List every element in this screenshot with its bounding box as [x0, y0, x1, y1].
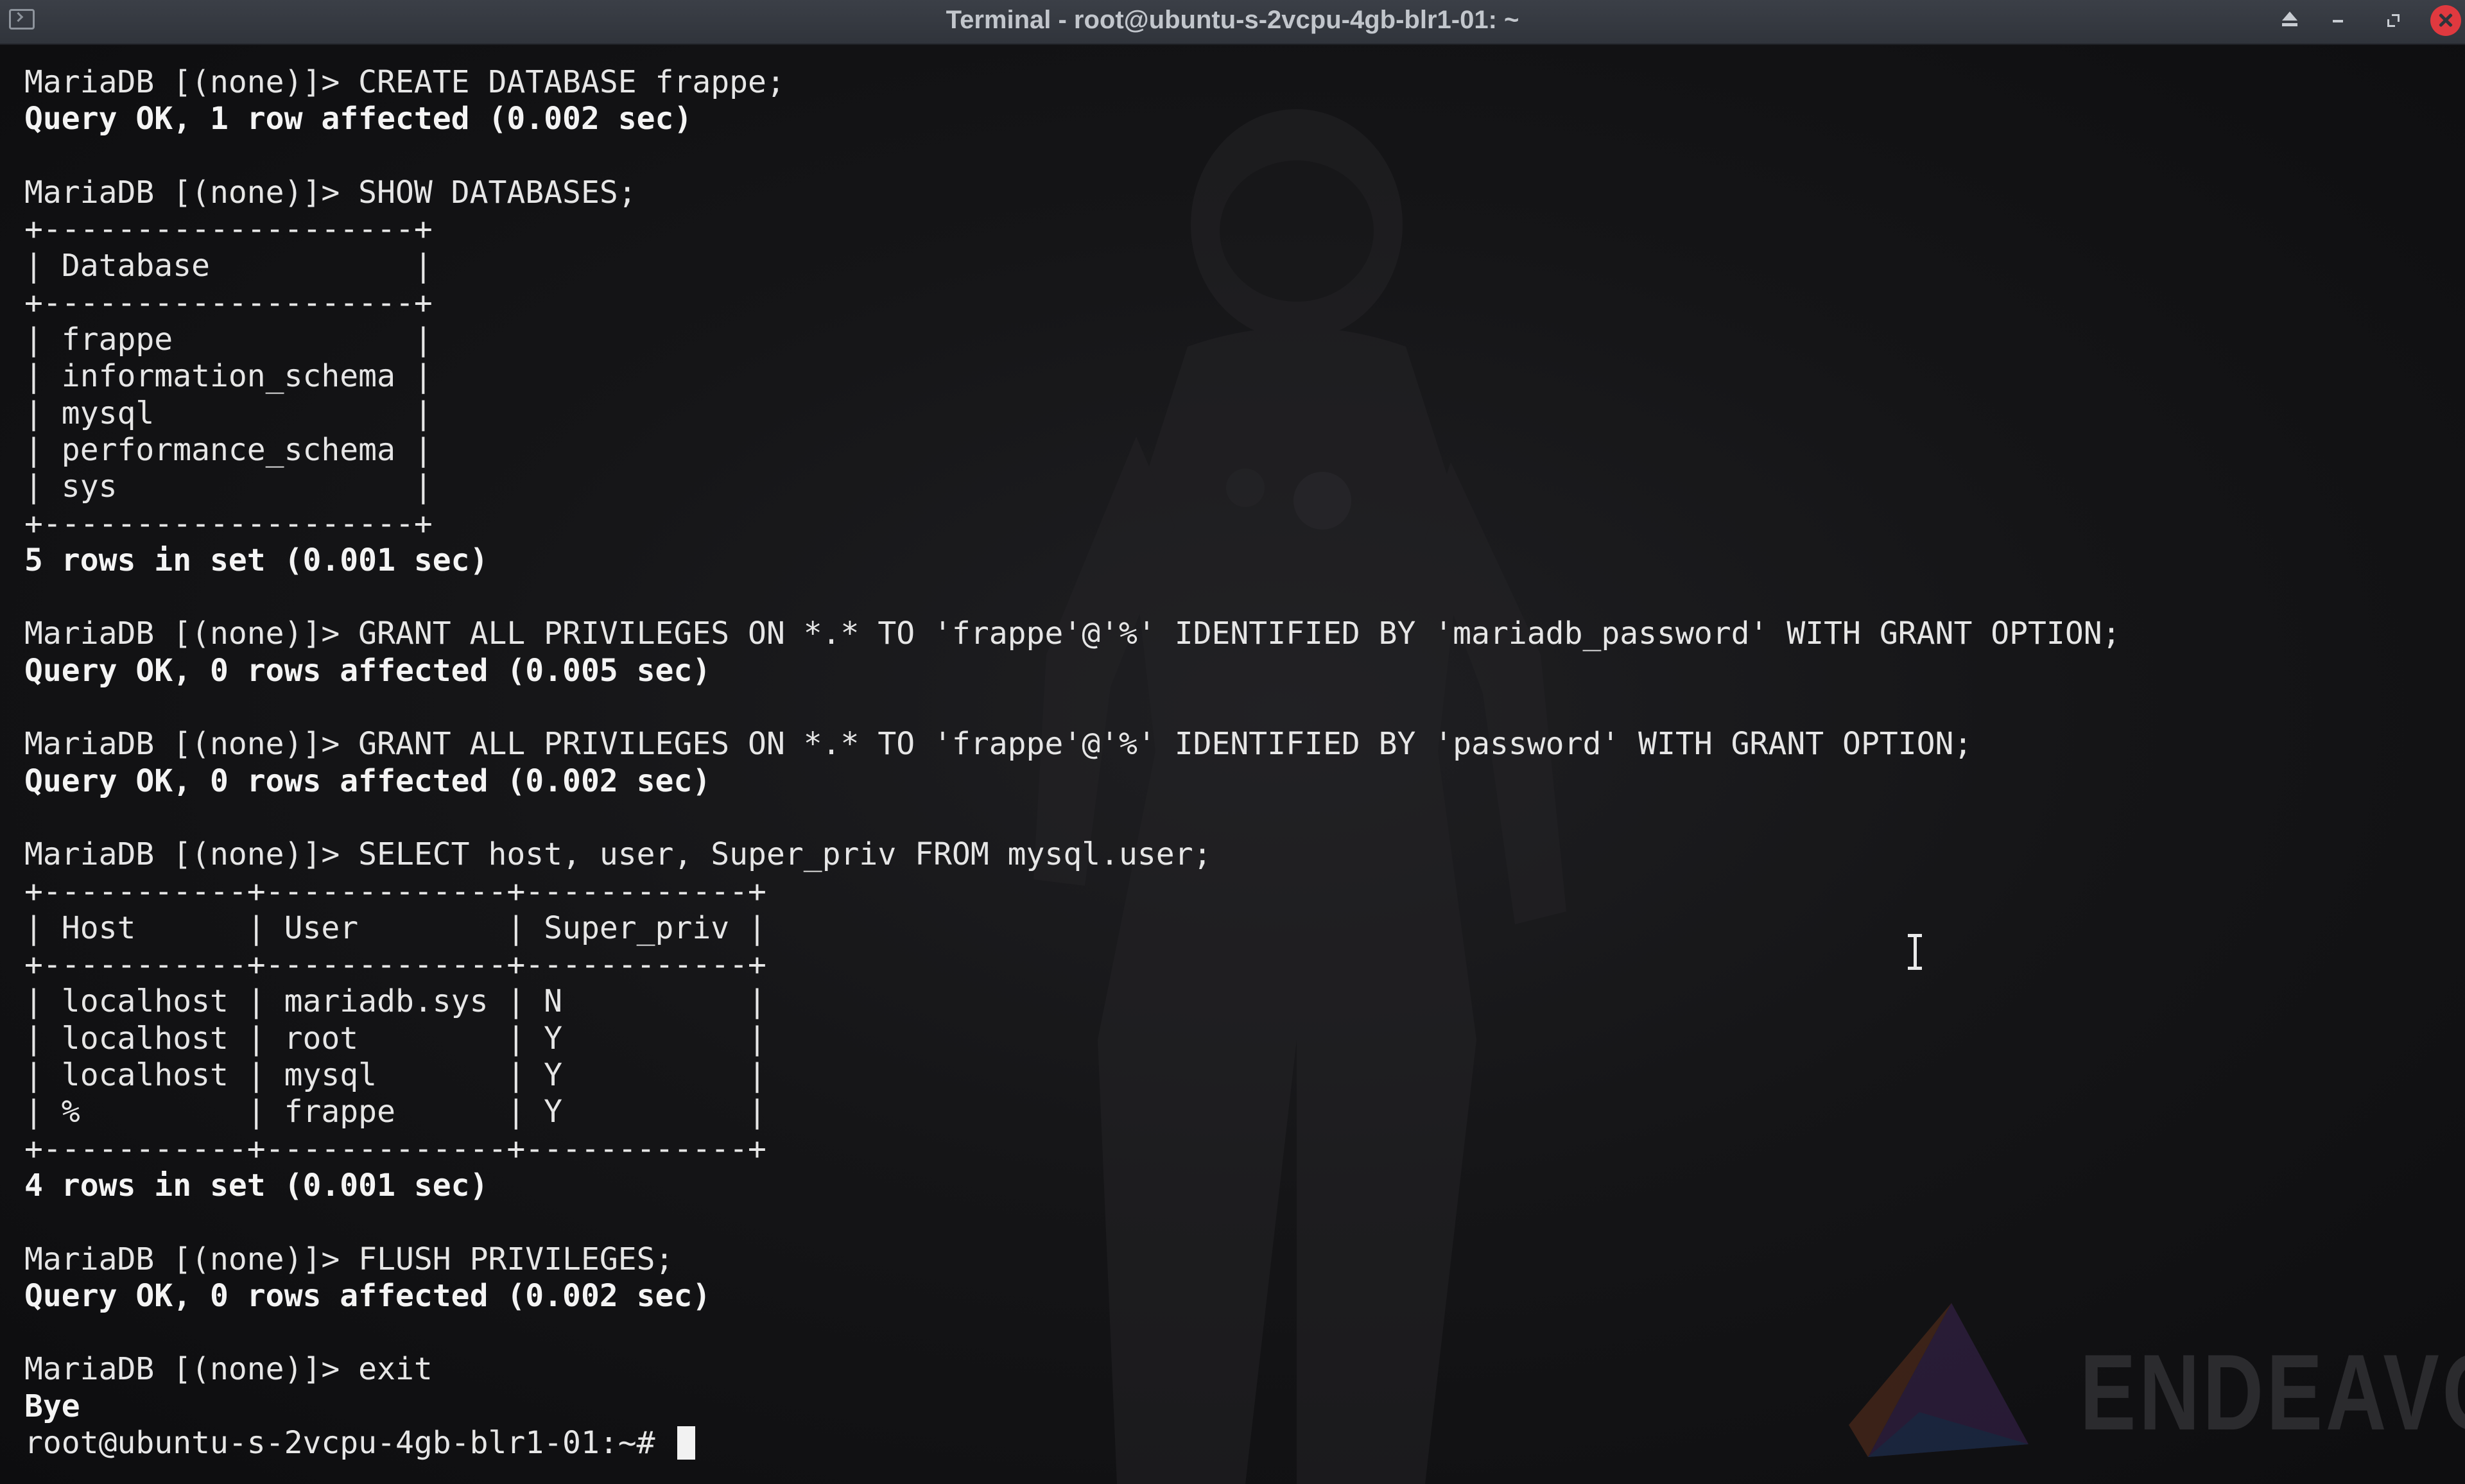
- window-titlebar[interactable]: Terminal - root@ubuntu-s-2vcpu-4gb-blr1-…: [0, 0, 2465, 45]
- terminal-line: MariaDB [(none)]> SHOW DATABASES;: [24, 174, 637, 211]
- terminal-line: +--------------------+: [24, 284, 433, 321]
- terminal-line: | performance_schema |: [24, 431, 433, 468]
- terminal-line: MariaDB [(none)]> GRANT ALL PRIVILEGES O…: [24, 726, 1973, 763]
- keep-above-icon[interactable]: [2276, 6, 2304, 35]
- terminal-area[interactable]: MariaDB [(none)]> CREATE DATABASE frappe…: [0, 45, 2465, 1484]
- terminal-line: Query OK, 0 rows affected (0.002 sec): [24, 1277, 711, 1314]
- text-cursor: [677, 1426, 696, 1460]
- terminal-line: 5 rows in set (0.001 sec): [24, 542, 489, 578]
- terminal-line: MariaDB [(none)]> GRANT ALL PRIVILEGES O…: [24, 616, 2121, 652]
- terminal-line: Query OK, 0 rows affected (0.005 sec): [24, 652, 711, 689]
- terminal-line: Query OK, 1 row affected (0.002 sec): [24, 101, 693, 137]
- terminal-line: | Database |: [24, 248, 433, 284]
- terminal-line: +-----------+-------------+------------+: [24, 873, 766, 910]
- terminal-line: MariaDB [(none)]> CREATE DATABASE frappe…: [24, 64, 785, 100]
- terminal-line: MariaDB [(none)]> SELECT host, user, Sup…: [24, 836, 1212, 873]
- terminal-line: MariaDB [(none)]> FLUSH PRIVILEGES;: [24, 1241, 674, 1277]
- window-title: Terminal - root@ubuntu-s-2vcpu-4gb-blr1-…: [946, 6, 1519, 34]
- terminal-line: +-----------+-------------+------------+: [24, 1130, 766, 1167]
- shell-prompt: root@ubuntu-s-2vcpu-4gb-blr1-01:~#: [24, 1424, 674, 1461]
- minimize-icon[interactable]: [2324, 6, 2352, 35]
- close-icon[interactable]: [2430, 5, 2461, 36]
- terminal-line: | localhost | mysql | Y |: [24, 1057, 766, 1094]
- terminal-line: +-----------+-------------+------------+: [24, 947, 766, 983]
- ibeam-cursor-icon: [1908, 934, 1922, 970]
- maximize-icon[interactable]: [2380, 6, 2409, 35]
- terminal-line: | frappe |: [24, 322, 433, 358]
- terminal-line: +--------------------+: [24, 211, 433, 248]
- terminal-line: 4 rows in set (0.001 sec): [24, 1167, 489, 1204]
- terminal-line: | sys |: [24, 469, 433, 505]
- shell-prompt-line[interactable]: root@ubuntu-s-2vcpu-4gb-blr1-01:~#: [24, 1425, 2121, 1462]
- terminal-output: MariaDB [(none)]> CREATE DATABASE frappe…: [24, 64, 2121, 1462]
- terminal-line: | localhost | root | Y |: [24, 1020, 766, 1057]
- terminal-line: | localhost | mariadb.sys | N |: [24, 983, 766, 1020]
- terminal-line: | information_schema |: [24, 358, 433, 395]
- terminal-line: Bye: [24, 1388, 80, 1424]
- terminal-line: | % | frappe | Y |: [24, 1094, 766, 1130]
- terminal-line: MariaDB [(none)]> exit: [24, 1351, 433, 1388]
- terminal-window: ENDEAVOURO Terminal - root@ubuntu-s-2vcp…: [0, 0, 2465, 1484]
- terminal-line: | Host | User | Super_priv |: [24, 910, 766, 946]
- terminal-line: Query OK, 0 rows affected (0.002 sec): [24, 763, 711, 799]
- terminal-line: +--------------------+: [24, 505, 433, 542]
- terminal-line: | mysql |: [24, 395, 433, 431]
